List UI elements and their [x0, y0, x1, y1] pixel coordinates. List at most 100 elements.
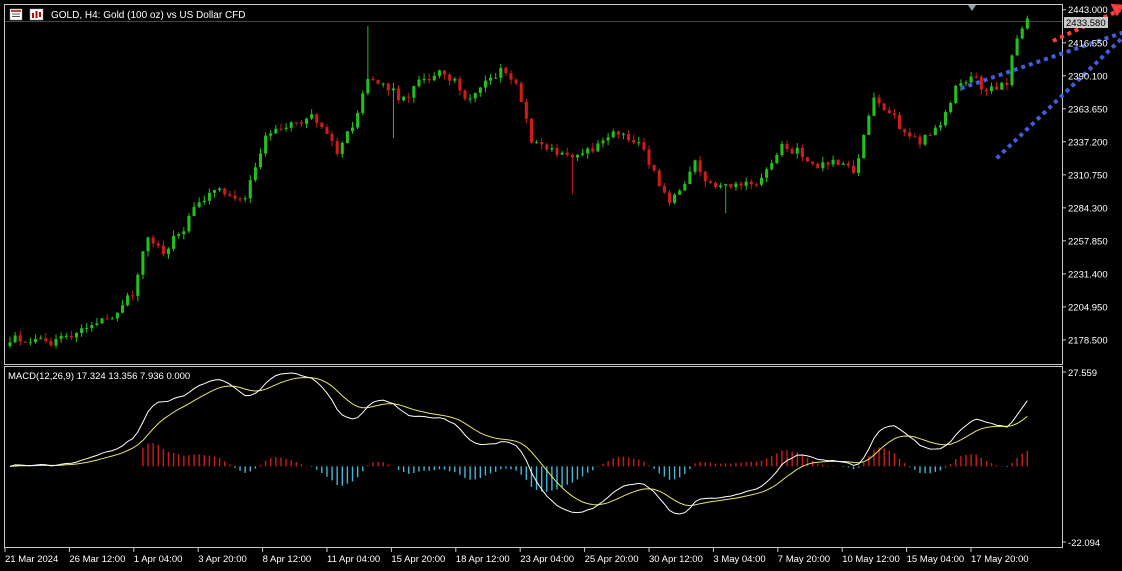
- candle-body: [478, 87, 482, 93]
- candle-body: [248, 180, 252, 199]
- candle-body: [805, 157, 810, 162]
- candle-body: [320, 122, 324, 128]
- candle-body: [1005, 82, 1009, 86]
- candle-body: [1025, 18, 1029, 29]
- candle-body: [473, 92, 477, 99]
- candle-body: [269, 133, 273, 136]
- candle-body: [345, 131, 349, 143]
- candle-body: [816, 163, 820, 169]
- candle-body: [882, 103, 886, 111]
- candle-body: [780, 144, 784, 155]
- candle-body: [683, 183, 687, 191]
- candle-body: [872, 97, 876, 116]
- time-tick-label: 7 May 20:00: [778, 554, 830, 565]
- candle-body: [105, 318, 109, 320]
- candle-body: [857, 158, 861, 173]
- candle-body: [279, 128, 283, 130]
- candle-body: [136, 274, 140, 296]
- candle-body: [867, 115, 871, 135]
- candle-body: [657, 170, 661, 186]
- candle-body: [207, 192, 211, 201]
- candle-body: [892, 113, 896, 115]
- candle-body: [100, 318, 104, 324]
- candle-body: [110, 318, 114, 320]
- candle-body: [974, 76, 978, 78]
- chart-title: GOLD, H4: Gold (100 oz) vs US Dollar CFD: [51, 10, 246, 21]
- candle-body: [862, 134, 866, 159]
- candle-body: [49, 341, 53, 346]
- candle-body: [330, 133, 334, 142]
- candle-body: [545, 144, 549, 150]
- candle-body: [468, 98, 472, 100]
- candle-body: [846, 163, 850, 166]
- candle-body: [335, 141, 339, 154]
- candle-body: [514, 79, 518, 84]
- candle-body: [386, 83, 390, 91]
- candle-body: [350, 127, 355, 132]
- candle-body: [540, 142, 544, 145]
- candle-body: [366, 78, 370, 94]
- candle-body: [422, 78, 426, 80]
- candle-body: [34, 338, 38, 343]
- candle-body: [713, 182, 718, 188]
- candle-body: [606, 137, 610, 141]
- candle-body: [44, 338, 48, 342]
- candle-body: [555, 148, 559, 155]
- candle-body: [141, 251, 145, 275]
- candle-body: [979, 76, 983, 90]
- candle-body: [151, 237, 155, 244]
- chart-type-icon[interactable]: [29, 8, 44, 21]
- candle-body: [519, 83, 523, 102]
- candle-body: [126, 295, 130, 306]
- candle-body: [754, 184, 758, 186]
- candle-body: [1000, 82, 1004, 90]
- candle-body: [182, 231, 186, 235]
- candle-body: [304, 118, 309, 124]
- candle-body: [795, 147, 799, 154]
- candle-body: [897, 114, 902, 130]
- candle-body: [632, 140, 636, 143]
- candle-body: [161, 245, 165, 255]
- candle-body: [616, 131, 620, 135]
- candle-body: [315, 114, 319, 123]
- candle-body: [120, 305, 125, 313]
- candle-body: [23, 341, 27, 343]
- candle-body: [463, 90, 467, 99]
- candle-body: [18, 335, 22, 342]
- candle-body: [274, 128, 278, 134]
- candle-body: [427, 78, 431, 81]
- time-tick-label: 11 Apr 04:00: [327, 554, 380, 565]
- candle-body: [233, 195, 237, 199]
- candle-body: [652, 164, 656, 171]
- candle-body: [13, 335, 17, 343]
- window-menu-icon[interactable]: [9, 8, 23, 21]
- price-tick-label: 2231.400: [1068, 269, 1108, 280]
- candle-body: [770, 163, 774, 170]
- candle-body: [529, 118, 533, 143]
- time-tick-label: 3 May 04:00: [713, 554, 765, 565]
- candle-body: [550, 148, 554, 150]
- macd-tick-bottom: -22.094: [1068, 538, 1100, 549]
- price-tick-label: 2310.750: [1068, 170, 1108, 181]
- time-tick-label: 25 Apr 20:00: [585, 554, 639, 565]
- time-tick-label: 3 Apr 20:00: [198, 554, 247, 565]
- time-tick-label: 18 Apr 12:00: [456, 554, 510, 565]
- candle-body: [192, 206, 196, 216]
- candle-body: [1020, 28, 1024, 39]
- candle-body: [356, 112, 360, 128]
- candle-body: [494, 77, 498, 79]
- candle-body: [85, 328, 89, 330]
- macd-indicator-label: MACD(12,26,9) 17.324 13.356 7.936 0.000: [8, 371, 190, 382]
- candle-body: [381, 83, 385, 85]
- macd-lines: [9, 372, 1028, 515]
- candle-body: [402, 96, 406, 101]
- candle-body: [243, 198, 247, 200]
- candle-body: [662, 185, 666, 193]
- candle-body: [289, 122, 293, 128]
- candle-body: [59, 335, 63, 339]
- candle-body: [923, 134, 927, 145]
- candle-body: [949, 103, 953, 113]
- current-price-marker-icon: [968, 5, 976, 11]
- candle-body: [8, 342, 12, 347]
- candle-body: [412, 86, 416, 98]
